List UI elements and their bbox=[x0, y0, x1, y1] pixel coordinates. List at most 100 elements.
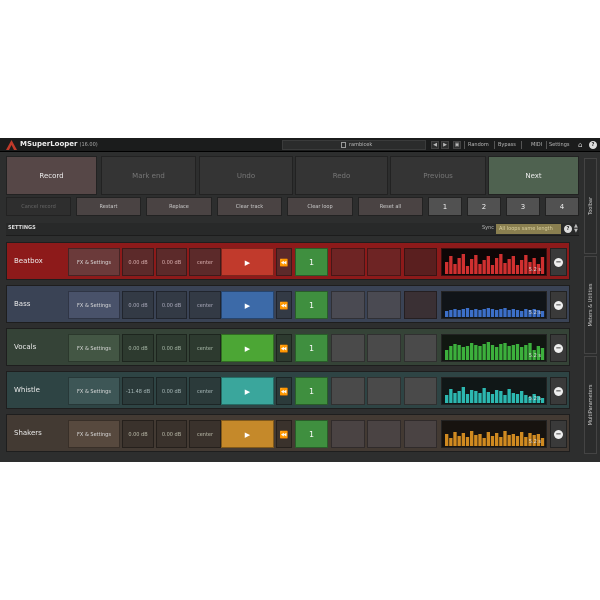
redo-button[interactable]: Redo bbox=[295, 156, 388, 195]
divider bbox=[494, 141, 495, 149]
waveform-bar bbox=[490, 436, 495, 446]
output-gain-knob[interactable]: 0.00 dB bbox=[156, 377, 187, 405]
home-icon[interactable]: ⌂ bbox=[578, 140, 582, 150]
play-icon[interactable]: ▶ bbox=[221, 420, 274, 448]
settings-button[interactable]: Settings bbox=[549, 141, 570, 149]
pan-knob[interactable]: center bbox=[189, 248, 221, 276]
loop-slot-1[interactable]: 1 bbox=[295, 291, 328, 319]
fx-settings-button[interactable]: FX & Settings bbox=[68, 377, 120, 405]
fx-settings-button[interactable]: FX & Settings bbox=[68, 420, 120, 448]
fx-settings-button[interactable]: FX & Settings bbox=[68, 248, 120, 276]
rewind-icon[interactable]: ⏪ bbox=[276, 377, 292, 405]
loop-1-button[interactable]: 1 bbox=[428, 197, 462, 216]
next-button[interactable]: Next bbox=[488, 156, 579, 195]
loop-slot-3[interactable] bbox=[367, 248, 401, 276]
waveform-bar bbox=[511, 256, 515, 274]
next-preset-icon[interactable]: ▶ bbox=[441, 141, 449, 149]
loop-slot-2[interactable] bbox=[331, 334, 365, 362]
play-icon[interactable]: ▶ bbox=[221, 377, 274, 405]
loop-slot-1[interactable]: 1 bbox=[295, 248, 328, 276]
output-gain-knob[interactable]: 0.00 dB bbox=[156, 248, 187, 276]
waveform-bar bbox=[540, 348, 545, 360]
input-gain-knob[interactable]: 0.00 dB bbox=[122, 334, 154, 362]
midi-button[interactable]: MIDI bbox=[531, 141, 542, 149]
clear-loop-button[interactable]: Clear loop bbox=[287, 197, 353, 216]
pan-knob[interactable]: center bbox=[189, 420, 221, 448]
track-toggle-button[interactable]: − bbox=[550, 377, 567, 405]
help-icon[interactable]: ? bbox=[589, 141, 597, 149]
input-gain-knob[interactable]: 0.00 dB bbox=[122, 291, 154, 319]
prev-preset-icon[interactable]: ◀ bbox=[431, 141, 439, 149]
track-toggle-button[interactable]: − bbox=[550, 420, 567, 448]
loop-slot-4[interactable] bbox=[404, 334, 437, 362]
previous-button[interactable]: Previous bbox=[390, 156, 486, 195]
play-icon[interactable]: ▶ bbox=[221, 334, 274, 362]
loop-slot-2[interactable] bbox=[331, 420, 365, 448]
loop-4-button[interactable]: 4 bbox=[545, 197, 579, 216]
loop-3-button[interactable]: 3 bbox=[506, 197, 540, 216]
pan-knob[interactable]: center bbox=[189, 377, 221, 405]
output-gain-knob[interactable]: 0.00 dB bbox=[156, 334, 187, 362]
output-gain-knob[interactable]: 0.00 dB bbox=[156, 420, 187, 448]
sidetab-meters-utilities[interactable]: Meters & Utilities bbox=[584, 256, 597, 354]
sidetab-multiparameters[interactable]: MultiParameters bbox=[584, 356, 597, 454]
loop-slot-4[interactable] bbox=[404, 248, 437, 276]
loop-slot-2[interactable] bbox=[331, 377, 365, 405]
waveform-bar bbox=[503, 343, 507, 360]
settings-help-icon[interactable]: ? bbox=[564, 225, 572, 233]
play-icon[interactable]: ▶ bbox=[221, 291, 274, 319]
loop-slot-1[interactable]: 1 bbox=[295, 377, 328, 405]
play-icon[interactable]: ▶ bbox=[221, 248, 274, 276]
pan-knob[interactable]: center bbox=[189, 291, 221, 319]
loop-slot-4[interactable] bbox=[404, 291, 437, 319]
track-toggle-button[interactable]: − bbox=[550, 291, 567, 319]
track-toggle-button[interactable]: − bbox=[550, 334, 567, 362]
loop-2-button[interactable]: 2 bbox=[467, 197, 501, 216]
sidetab-toolbar[interactable]: Toolbar bbox=[584, 158, 597, 254]
waveform-bar bbox=[478, 434, 482, 446]
preset-menu-icon[interactable]: ▣ bbox=[453, 141, 461, 149]
output-gain-knob[interactable]: 0.00 dB bbox=[156, 291, 187, 319]
rewind-icon[interactable]: ⏪ bbox=[276, 334, 292, 362]
fx-settings-button[interactable]: FX & Settings bbox=[68, 291, 120, 319]
loop-slot-1[interactable]: 1 bbox=[295, 334, 328, 362]
waveform-bar bbox=[470, 310, 474, 317]
undo-button[interactable]: Undo bbox=[199, 156, 293, 195]
rewind-icon[interactable]: ⏪ bbox=[276, 291, 292, 319]
waveform-bar bbox=[515, 310, 520, 317]
rewind-icon[interactable]: ⏪ bbox=[276, 420, 292, 448]
input-gain-knob[interactable]: 0.00 dB bbox=[122, 248, 154, 276]
input-gain-knob[interactable]: 0.00 dB bbox=[122, 420, 154, 448]
cancel-record-button[interactable]: Cancel record bbox=[6, 197, 71, 216]
reset-all-button[interactable]: Reset all bbox=[358, 197, 423, 216]
loop-slot-3[interactable] bbox=[367, 420, 401, 448]
pan-knob[interactable]: center bbox=[189, 334, 221, 362]
record-button[interactable]: Record bbox=[6, 156, 97, 195]
replace-button[interactable]: Replace bbox=[146, 197, 212, 216]
loop-slot-3[interactable] bbox=[367, 291, 401, 319]
loop-slot-3[interactable] bbox=[367, 377, 401, 405]
updown-arrows-icon[interactable]: ▲ ▼ bbox=[574, 224, 578, 234]
loop-slot-2[interactable] bbox=[331, 291, 365, 319]
rewind-icon[interactable]: ⏪ bbox=[276, 248, 292, 276]
waveform-bar bbox=[465, 266, 470, 274]
waveform-bar bbox=[461, 309, 465, 317]
bypass-button[interactable]: Bypass bbox=[498, 141, 516, 149]
preset-selector[interactable]: rambicek bbox=[282, 140, 426, 150]
clear-track-button[interactable]: Clear track bbox=[217, 197, 282, 216]
loop-slot-2[interactable] bbox=[331, 248, 365, 276]
mark-end-button[interactable]: Mark end bbox=[101, 156, 196, 195]
waveform-bar bbox=[507, 435, 511, 446]
sync-mode-select[interactable]: All loops same length bbox=[496, 224, 561, 234]
restart-button[interactable]: Restart bbox=[76, 197, 141, 216]
track-toggle-button[interactable]: − bbox=[550, 248, 567, 276]
loop-slot-4[interactable] bbox=[404, 377, 437, 405]
loop-slot-3[interactable] bbox=[367, 334, 401, 362]
waveform-bar bbox=[461, 387, 465, 403]
fx-settings-button[interactable]: FX & Settings bbox=[68, 334, 120, 362]
loop-slot-4[interactable] bbox=[404, 420, 437, 448]
input-gain-knob[interactable]: -11.48 dB bbox=[122, 377, 154, 405]
waveform-bar bbox=[449, 389, 453, 403]
random-button[interactable]: Random bbox=[468, 141, 489, 149]
loop-slot-1[interactable]: 1 bbox=[295, 420, 328, 448]
